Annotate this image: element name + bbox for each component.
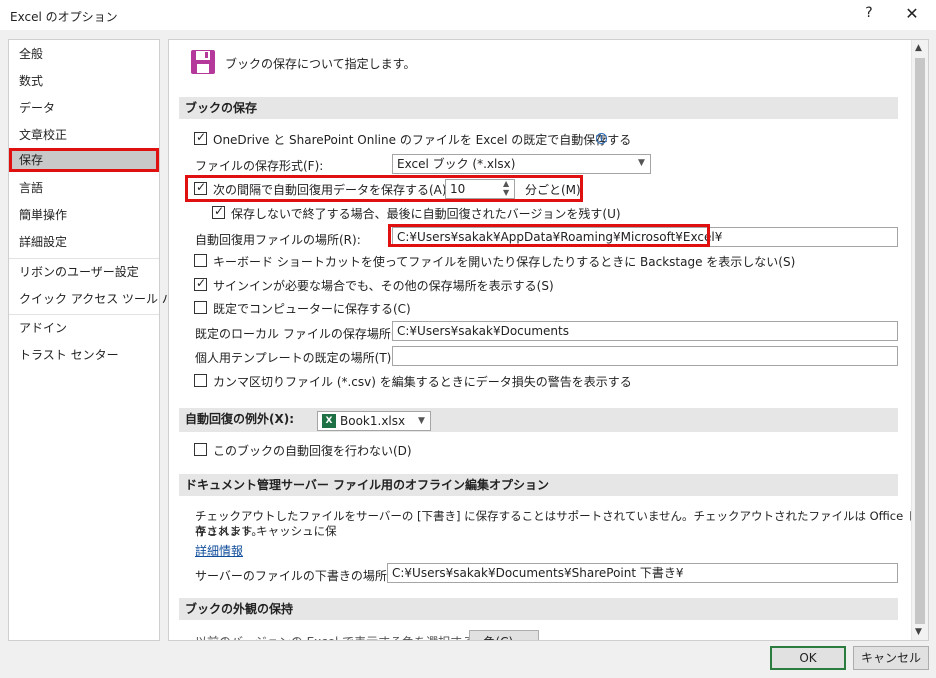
cancel-button[interactable]: キャンセル bbox=[853, 646, 929, 670]
sidebar-item-proofing[interactable]: 文章校正 bbox=[9, 123, 159, 147]
page-description: ブックの保存について指定します。 bbox=[225, 57, 416, 71]
sidebar-item-accessibility[interactable]: 簡単操作 bbox=[9, 203, 159, 227]
onedrive-autosave-checkbox[interactable] bbox=[194, 130, 207, 145]
sidebar-item-advanced[interactable]: 詳細設定 bbox=[9, 230, 159, 254]
template-location-input[interactable] bbox=[392, 346, 898, 366]
autorecover-location-input[interactable]: C:¥Users¥sakak¥AppData¥Roaming¥Microsoft… bbox=[392, 227, 898, 247]
colors-button[interactable]: 色(C)... bbox=[469, 630, 539, 640]
chevron-down-icon[interactable]: ▼ bbox=[418, 416, 425, 426]
ok-button[interactable]: OK bbox=[770, 646, 846, 670]
autorecover-unit-label: 分ごと(M) bbox=[525, 183, 581, 197]
sidebar-item-language[interactable]: 言語 bbox=[9, 176, 159, 200]
default-computer-label: 既定でコンピューターに保存する(C) bbox=[213, 302, 411, 316]
scroll-up-icon[interactable]: ▲ bbox=[915, 43, 922, 53]
csv-warning-label: カンマ区切りファイル (*.csv) を編集するときにデータ損失の警告を表示する bbox=[213, 375, 632, 389]
close-icon[interactable]: ✕ bbox=[904, 4, 920, 23]
disable-autorecover-checkbox[interactable] bbox=[194, 443, 207, 456]
sidebar-item-quick-access-toolbar[interactable]: クイック アクセス ツール バー bbox=[9, 287, 186, 311]
sidebar-item-data[interactable]: データ bbox=[9, 96, 159, 120]
csv-warning-checkbox[interactable] bbox=[194, 374, 207, 387]
section-header-offline-editing: ドキュメント管理サーバー ファイル用のオフライン編集オプション bbox=[179, 474, 898, 496]
section-header-save: ブックの保存 bbox=[179, 97, 898, 119]
autorecover-minutes-value: 10 bbox=[450, 182, 466, 196]
keep-last-version-checkbox[interactable] bbox=[212, 204, 225, 219]
help-icon[interactable]: ? bbox=[862, 5, 876, 21]
file-format-value: Excel ブック (*.xlsx) bbox=[397, 157, 516, 171]
autorecover-checkbox[interactable] bbox=[194, 180, 207, 195]
sidebar-item-customize-ribbon[interactable]: リボンのユーザー設定 bbox=[9, 260, 159, 284]
local-location-value: C:¥Users¥sakak¥Documents bbox=[397, 324, 569, 338]
scroll-down-icon[interactable]: ▼ bbox=[915, 627, 922, 637]
local-location-input[interactable]: C:¥Users¥sakak¥Documents bbox=[392, 321, 898, 341]
save-icon bbox=[191, 50, 215, 74]
exception-workbook-select[interactable]: X Book1.xlsx ▼ bbox=[317, 411, 431, 431]
exception-workbook-value: Book1.xlsx bbox=[340, 414, 406, 428]
file-format-label: ファイルの保存形式(F): bbox=[195, 159, 324, 173]
autorecover-location-label: 自動回復用ファイルの場所(R): bbox=[195, 233, 361, 247]
template-location-label: 個人用テンプレートの既定の場所(T): bbox=[195, 351, 396, 365]
sidebar-item-general[interactable]: 全般 bbox=[9, 42, 159, 66]
backstage-checkbox[interactable] bbox=[194, 254, 207, 267]
chevron-down-icon[interactable]: ▼ bbox=[638, 158, 645, 168]
details-link[interactable]: 詳細情報 bbox=[195, 542, 243, 559]
keep-last-version-label: 保存しないで終了する場合、最後に自動回復されたバージョンを残す(U) bbox=[231, 207, 621, 221]
sidebar-item-trust-center[interactable]: トラスト センター bbox=[9, 343, 159, 367]
sidebar-divider bbox=[9, 314, 159, 315]
spin-up-icon[interactable]: ▲ bbox=[503, 179, 509, 188]
autorecover-exception-title: 自動回復の例外(X): bbox=[185, 412, 295, 426]
sidebar-item-formulas[interactable]: 数式 bbox=[9, 69, 159, 93]
onedrive-autosave-label: OneDrive と SharePoint Online のファイルを Exce… bbox=[213, 133, 632, 147]
backstage-label: キーボード ショートカットを使ってファイルを開いたり保存したりするときに Bac… bbox=[213, 255, 796, 269]
sidebar-item-addins[interactable]: アドイン bbox=[9, 316, 159, 340]
sidebar-item-save[interactable]: 保存 bbox=[9, 148, 159, 172]
autorecover-label: 次の間隔で自動回復用データを保存する(A): bbox=[213, 183, 451, 197]
local-location-label: 既定のローカル ファイルの保存場所(I): bbox=[195, 327, 408, 341]
options-sidebar: 全般 数式 データ 文章校正 保存 言語 簡単操作 詳細設定 リボンのユーザー設… bbox=[8, 39, 186, 641]
drafts-location-label: サーバーのファイルの下書きの場所(V): bbox=[195, 569, 409, 583]
spin-down-icon[interactable]: ▼ bbox=[503, 188, 509, 197]
section-header-appearance: ブックの外観の保持 bbox=[179, 598, 898, 620]
default-computer-checkbox[interactable] bbox=[194, 301, 207, 314]
disable-autorecover-label: このブックの自動回復を行わない(D) bbox=[213, 444, 412, 458]
sidebar-divider bbox=[9, 258, 159, 259]
window-title: Excel のオプション bbox=[10, 10, 118, 24]
drafts-location-value: C:¥Users¥sakak¥Documents¥SharePoint 下書き¥ bbox=[392, 566, 684, 580]
offline-paragraph-line1: チェックアウトしたファイルをサーバーの [下書き] に保存することはサポートされ… bbox=[195, 509, 919, 538]
autorecover-location-value: C:¥Users¥sakak¥AppData¥Roaming¥Microsoft… bbox=[397, 230, 723, 244]
excel-file-icon: X bbox=[322, 414, 336, 428]
offline-paragraph-line2: 存されます。 bbox=[195, 524, 263, 538]
title-bar: Excel のオプション ? ✕ bbox=[0, 0, 936, 30]
section-header-autorecover-exception: 自動回復の例外(X): bbox=[179, 408, 898, 432]
signin-checkbox[interactable] bbox=[194, 276, 207, 291]
scroll-thumb[interactable] bbox=[915, 58, 925, 624]
main-scrollbar[interactable]: ▲ ▼ bbox=[911, 40, 928, 640]
signin-label: サインインが必要な場合でも、その他の保存場所を表示する(S) bbox=[213, 279, 554, 293]
info-icon[interactable]: i bbox=[596, 133, 607, 144]
drafts-location-input[interactable]: C:¥Users¥sakak¥Documents¥SharePoint 下書き¥ bbox=[387, 563, 898, 583]
options-main-panel: ブックの保存について指定します。 ブックの保存 OneDrive と Share… bbox=[168, 39, 929, 641]
colors-label: 以前のバージョンの Excel で表示する色を選択する: bbox=[195, 633, 478, 640]
file-format-select[interactable]: Excel ブック (*.xlsx) bbox=[392, 154, 651, 174]
